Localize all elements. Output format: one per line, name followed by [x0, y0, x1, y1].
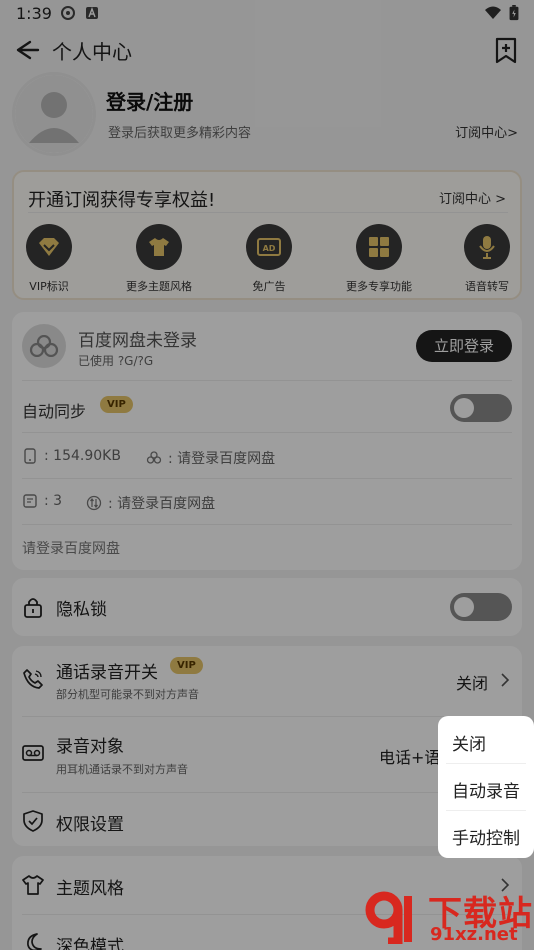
popup-menu: 关闭 自动录音 手动控制	[438, 716, 534, 858]
divider	[446, 810, 526, 811]
divider	[446, 763, 526, 764]
popup-item-auto-record[interactable]: 自动录音	[452, 777, 520, 802]
popup-item-manual-control[interactable]: 手动控制	[452, 824, 520, 849]
watermark-logo-icon	[365, 891, 412, 944]
popup-item-close[interactable]: 关闭	[452, 730, 486, 755]
screen: 1:39 个人中心 登录/注册 登录后获取更多精彩内容 订阅中心> 开通订阅获得…	[0, 0, 534, 950]
watermark-url: 91xz.net	[430, 924, 518, 945]
